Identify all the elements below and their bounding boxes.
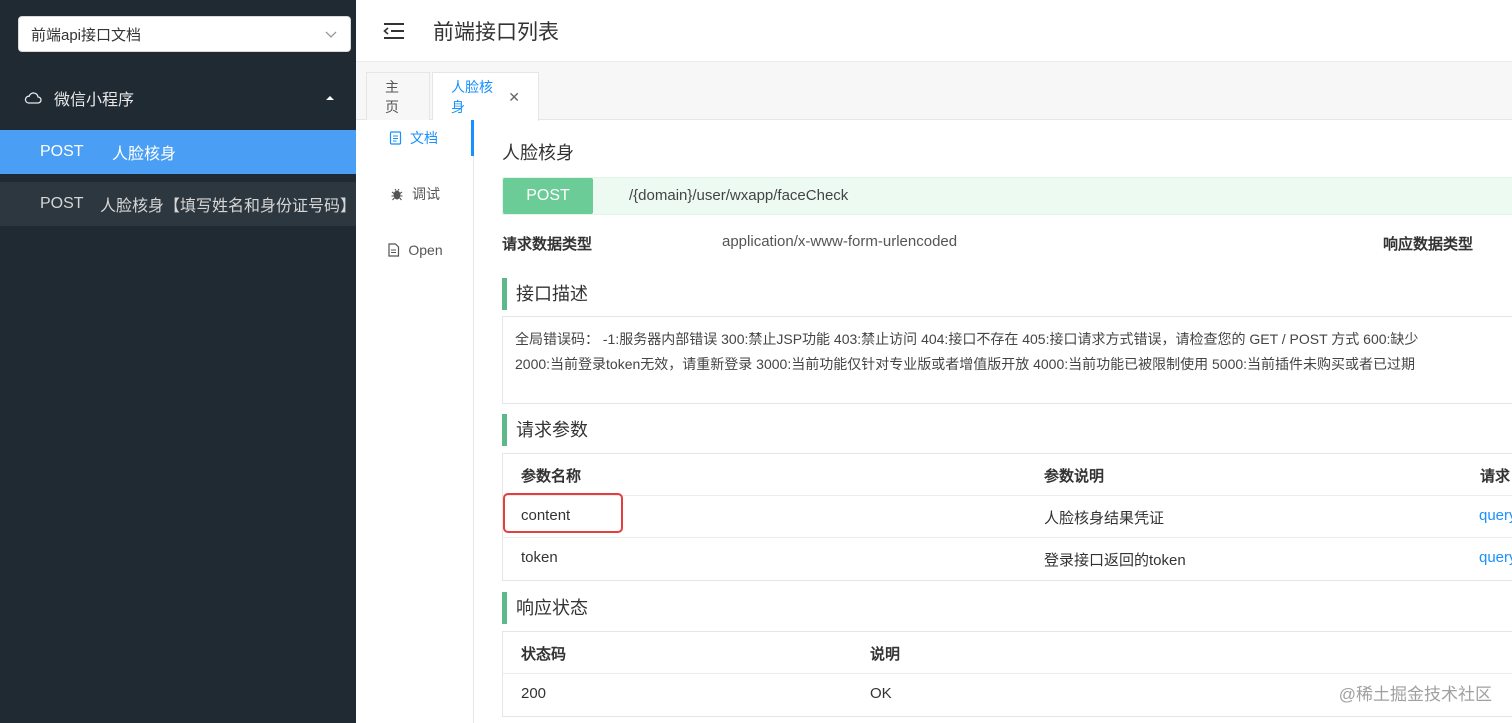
api-title: 人脸核身 xyxy=(502,143,574,163)
docnav-debug[interactable]: 调试 xyxy=(356,176,474,212)
param-name: token xyxy=(521,549,558,566)
sidebar-item-method: POST xyxy=(40,143,84,160)
tab-face-check[interactable]: 人脸核身 ✕ xyxy=(432,72,539,121)
doc-content: 人脸核身 POST /{domain}/user/wxapp/faceCheck… xyxy=(475,120,1512,723)
docnav-label: 调试 xyxy=(412,186,440,202)
request-type-label: 请求数据类型 xyxy=(502,236,593,253)
docnav-label: Open xyxy=(408,242,443,258)
menu-group-wechat-miniprogram[interactable]: 微信小程序 xyxy=(0,72,356,124)
project-select-value: 前端api接口文档 xyxy=(31,26,142,44)
url-bar: POST /{domain}/user/wxapp/faceCheck xyxy=(502,177,1512,215)
param-desc: 登录接口返回的token xyxy=(1044,552,1186,569)
menu-collapse-icon[interactable] xyxy=(383,22,405,40)
sidebar-item-face-check-with-id[interactable]: POST 人脸核身【填写姓名和身份证号码】 xyxy=(0,182,356,226)
table-header-row: 参数名称 参数说明 请求 xyxy=(503,454,1512,496)
section-title-response: 响应状态 xyxy=(502,592,588,624)
table-header-row: 状态码 说明 xyxy=(503,632,1512,674)
column-header: 状态码 xyxy=(521,646,567,663)
close-icon[interactable]: ✕ xyxy=(508,89,520,106)
param-desc: 人脸核身结果凭证 xyxy=(1044,510,1165,527)
docnav-open[interactable]: Open xyxy=(356,232,474,268)
response-type-label: 响应数据类型 xyxy=(1383,236,1474,253)
param-type[interactable]: query xyxy=(1479,549,1512,566)
docnav-doc[interactable]: 文档 xyxy=(356,120,474,156)
description-line: 2000:当前登录token无效，请重新登录 3000:当前功能仅针对专业版或者… xyxy=(515,356,1416,372)
description-box: 全局错误码： -1:服务器内部错误 300:禁止JSP功能 403:禁止访问 4… xyxy=(502,316,1512,404)
column-header: 参数说明 xyxy=(1044,468,1105,485)
tab-bar: 主页 人脸核身 ✕ xyxy=(356,62,1512,121)
tab-home[interactable]: 主页 xyxy=(366,72,430,120)
params-table: 参数名称 参数说明 请求 content 人脸核身结果凭证 query toke… xyxy=(502,453,1512,581)
description-line: 全局错误码： -1:服务器内部错误 300:禁止JSP功能 403:禁止访问 4… xyxy=(515,331,1419,347)
param-name: content xyxy=(521,507,571,524)
bug-icon xyxy=(391,188,403,201)
cloud-icon xyxy=(24,92,42,104)
tab-label: 人脸核身 xyxy=(451,79,493,115)
table-row: content 人脸核身结果凭证 query xyxy=(503,496,1512,538)
param-type[interactable]: query xyxy=(1479,507,1512,524)
sidebar-item-label: 人脸核身【填写姓名和身份证号码】 xyxy=(99,198,356,215)
watermark: @稀土掘金技术社区 xyxy=(1338,685,1492,704)
column-header: 请求 xyxy=(1480,468,1511,485)
chevron-up-icon xyxy=(326,96,334,100)
chevron-down-icon xyxy=(325,31,337,38)
column-header: 说明 xyxy=(870,646,901,663)
sidebar-item-label: 人脸核身 xyxy=(112,146,177,163)
column-header: 参数名称 xyxy=(521,468,582,485)
tab-label: 主页 xyxy=(385,78,399,115)
status-code: 200 xyxy=(521,685,547,702)
section-title-params: 请求参数 xyxy=(502,414,588,446)
sidebar-item-method: POST xyxy=(40,195,84,212)
file-icon xyxy=(388,243,400,257)
doc-nav: 文档 调试 Open xyxy=(356,120,474,723)
document-icon xyxy=(389,131,402,145)
page-title: 前端接口列表 xyxy=(433,20,559,44)
menu-group-label: 微信小程序 xyxy=(54,92,135,109)
docnav-label: 文档 xyxy=(410,130,438,146)
section-title-description: 接口描述 xyxy=(502,278,588,310)
project-select[interactable]: 前端api接口文档 xyxy=(18,16,351,52)
table-row: token 登录接口返回的token query xyxy=(503,538,1512,580)
method-badge: POST xyxy=(503,178,593,214)
header: 前端接口列表 xyxy=(356,0,1512,62)
api-url: /{domain}/user/wxapp/faceCheck xyxy=(629,187,849,204)
sidebar-item-face-check[interactable]: POST 人脸核身 xyxy=(0,130,356,174)
request-type-value: application/x-www-form-urlencoded xyxy=(722,233,958,250)
status-desc: OK xyxy=(870,685,892,702)
sidebar: 前端api接口文档 微信小程序 POST 人脸核身 POST 人脸核身【填写姓名… xyxy=(0,0,356,723)
